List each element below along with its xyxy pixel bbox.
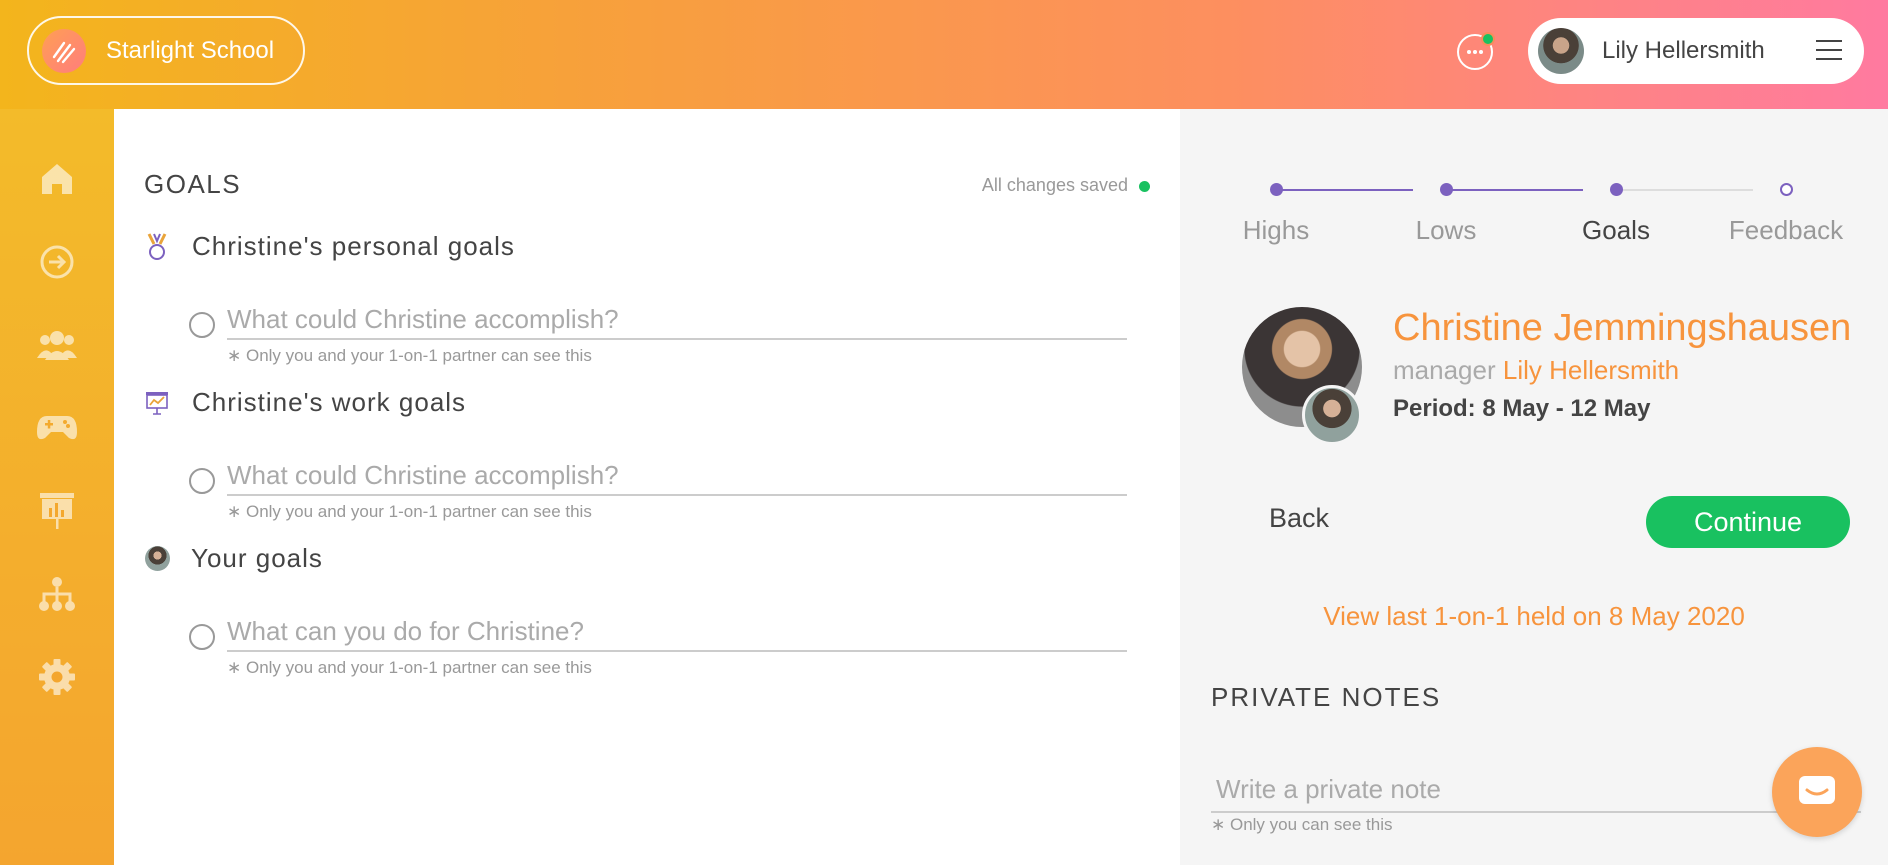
top-header: Starlight School Lily Hellersmith	[0, 0, 1888, 109]
meeting-sidebar: Highs Lows Goals Feedback Christine Jemm…	[1180, 109, 1888, 865]
goal-input[interactable]	[227, 456, 1127, 496]
org-chart-icon[interactable]	[37, 574, 77, 614]
hamburger-menu-icon[interactable]	[1816, 40, 1842, 60]
medal-icon	[144, 232, 170, 260]
goal-checkbox[interactable]	[189, 624, 215, 650]
notification-dot	[1481, 32, 1495, 46]
school-logo-icon	[42, 28, 86, 73]
goal-input[interactable]	[227, 300, 1127, 340]
continue-button[interactable]: Continue	[1646, 496, 1850, 548]
visibility-note: ∗ Only you and your 1-on-1 partner can s…	[227, 346, 592, 365]
step-dot[interactable]	[1610, 183, 1623, 196]
avatar	[1538, 28, 1584, 74]
step-connector	[1621, 189, 1753, 191]
user-menu[interactable]: Lily Hellersmith	[1528, 18, 1864, 84]
section-title: Christine's personal goals	[192, 231, 515, 261]
messages-button[interactable]	[1457, 32, 1495, 70]
save-status: All changes saved	[981, 175, 1128, 195]
arrow-right-circle-icon[interactable]	[37, 242, 77, 282]
report-name: Christine Jemmingshausen	[1393, 307, 1852, 349]
goals-panel: GOALS All changes saved Christine's pers…	[114, 109, 1180, 865]
private-notes-title: PRIVATE NOTES	[1211, 682, 1442, 712]
back-button[interactable]: Back	[1269, 503, 1329, 534]
manager-avatar	[1302, 385, 1362, 445]
saved-indicator-dot	[1139, 181, 1150, 192]
private-note-input[interactable]	[1211, 767, 1861, 813]
school-name: Starlight School	[106, 36, 275, 64]
step-goals[interactable]: Goals	[1546, 215, 1686, 246]
manager-line: manager Lily Hellersmith	[1393, 355, 1679, 386]
goal-checkbox[interactable]	[189, 468, 215, 494]
step-connector	[1451, 189, 1583, 191]
section-personal-goals: Christine's personal goals	[144, 231, 515, 262]
team-icon[interactable]	[37, 325, 77, 365]
goal-input[interactable]	[227, 612, 1127, 652]
view-last-1on1-link[interactable]: View last 1-on-1 held on 8 May 2020	[1180, 601, 1888, 632]
chat-launcher-button[interactable]	[1772, 747, 1862, 837]
home-icon[interactable]	[37, 159, 77, 199]
manager-prefix: manager	[1393, 355, 1496, 385]
user-name: Lily Hellersmith	[1602, 37, 1765, 64]
avatar	[144, 546, 170, 572]
section-your-goals: Your goals	[144, 543, 323, 574]
page-title: GOALS	[144, 169, 242, 199]
step-feedback[interactable]: Feedback	[1716, 215, 1856, 246]
more-dots-icon	[1467, 50, 1483, 54]
gamepad-icon[interactable]	[37, 408, 77, 448]
step-dot[interactable]	[1440, 183, 1453, 196]
section-work-goals: Christine's work goals	[144, 387, 466, 418]
period-label: Period: 8 May - 12 May	[1393, 395, 1651, 422]
step-lows[interactable]: Lows	[1376, 215, 1516, 246]
step-connector	[1281, 189, 1413, 191]
presentation-chart-icon	[144, 390, 170, 416]
visibility-note: ∗ Only you and your 1-on-1 partner can s…	[227, 502, 592, 521]
step-dot[interactable]	[1270, 183, 1283, 196]
visibility-note: ∗ Only you and your 1-on-1 partner can s…	[227, 658, 592, 677]
step-dot[interactable]	[1780, 183, 1793, 196]
chat-bubble-icon	[1799, 776, 1835, 804]
step-highs[interactable]: Highs	[1206, 215, 1346, 246]
gear-icon[interactable]	[37, 657, 77, 697]
section-title: Your goals	[191, 543, 323, 573]
goal-checkbox[interactable]	[189, 312, 215, 338]
manager-name-link[interactable]: Lily Hellersmith	[1503, 355, 1679, 385]
section-title: Christine's work goals	[192, 387, 467, 417]
private-note-visibility: ∗ Only you can see this	[1211, 815, 1393, 834]
sidebar	[0, 109, 114, 865]
presentation-chart-icon[interactable]	[37, 491, 77, 531]
school-switcher[interactable]: Starlight School	[27, 16, 305, 85]
